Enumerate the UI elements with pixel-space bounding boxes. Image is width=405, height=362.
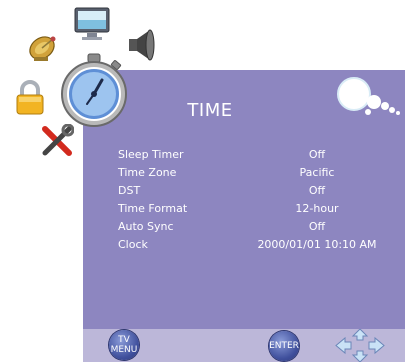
speaker-icon[interactable] [126,28,156,62]
tv-menu-button-line2: MENU [110,345,138,355]
clock-label: Clock [118,238,148,251]
satellite-dish-icon[interactable] [26,30,62,66]
enter-button-label: ENTER [269,341,299,351]
dst-value: Off [308,184,326,197]
menu-row-clock[interactable]: Clock 2000/01/01 10:10 AM [118,238,398,256]
menu-row-sleep-timer[interactable]: Sleep Timer Off [118,148,398,166]
page-title: TIME [187,100,233,121]
sleep-timer-label: Sleep Timer [118,148,184,161]
menu-row-auto-sync[interactable]: Auto Sync Off [118,220,398,238]
time-format-value: 12-hour [295,202,339,215]
clock-value: 2000/01/01 10:10 AM [257,238,377,251]
dst-label: DST [118,184,141,197]
tools-icon[interactable] [40,124,74,158]
padlock-icon[interactable] [14,80,46,116]
menu-row-dst[interactable]: DST Off [118,184,398,202]
monitor-icon[interactable] [73,6,111,42]
auto-sync-label: Auto Sync [118,220,174,233]
time-zone-label: Time Zone [118,166,177,179]
tv-menu-button[interactable]: TV MENU [109,330,139,360]
menu-row-time-zone[interactable]: Time Zone Pacific [118,166,398,184]
time-format-label: Time Format [118,202,188,215]
tv-menu-button-line1: TV [118,335,130,345]
enter-button[interactable]: ENTER [269,331,299,361]
arrow-keys-icon[interactable] [333,329,387,362]
bubbles-icon [337,77,400,115]
sleep-timer-value: Off [308,148,326,161]
auto-sync-value: Off [308,220,326,233]
time-zone-value: Pacific [299,166,335,179]
menu-row-time-format[interactable]: Time Format 12-hour [118,202,398,220]
stopwatch-icon[interactable] [58,52,130,128]
